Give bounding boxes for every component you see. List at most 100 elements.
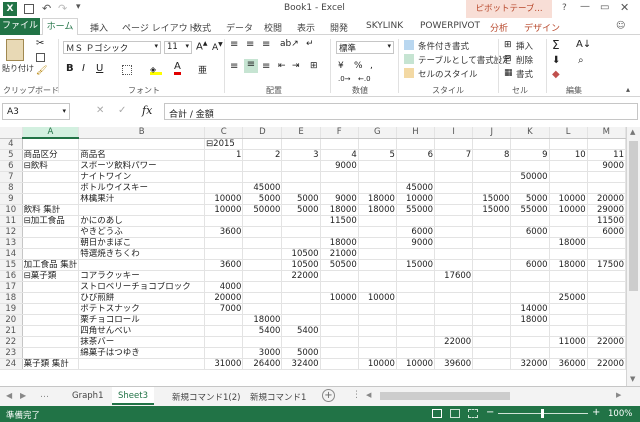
- scroll-tabs-right-icon[interactable]: ▶: [20, 391, 26, 400]
- cell-a19[interactable]: [22, 303, 80, 315]
- qat-menu-icon[interactable]: ▾: [76, 2, 81, 12]
- orientation-icon[interactable]: ab↗: [280, 39, 299, 49]
- cell-styles-button[interactable]: セルのスタイル: [418, 68, 478, 80]
- cell-l19[interactable]: [549, 303, 588, 315]
- cell-l17[interactable]: [549, 281, 588, 293]
- cell-m14[interactable]: [587, 248, 626, 260]
- zoom-in-icon[interactable]: +: [592, 407, 600, 418]
- column-header-i[interactable]: I: [434, 127, 474, 139]
- find-select-icon[interactable]: ⌕: [578, 55, 584, 66]
- sheet-tab-sheet3[interactable]: Sheet3: [112, 387, 154, 405]
- cut-icon[interactable]: ✂: [36, 38, 44, 49]
- table-format-button[interactable]: テーブルとして書式設定: [418, 54, 511, 66]
- cell-c6[interactable]: [204, 160, 244, 172]
- cell-i18[interactable]: [434, 292, 474, 304]
- borders-icon[interactable]: [122, 65, 132, 75]
- cell-g20[interactable]: [358, 314, 397, 326]
- cell-b5[interactable]: 商品名: [78, 149, 206, 161]
- cell-i22[interactable]: 22000: [434, 336, 474, 348]
- cell-d10[interactable]: 50000: [242, 203, 283, 216]
- cell-c22[interactable]: [204, 336, 244, 348]
- cell-k14[interactable]: [510, 248, 550, 260]
- cell-e20[interactable]: [281, 314, 321, 326]
- cell-m20[interactable]: [587, 314, 626, 326]
- cell-a12[interactable]: [22, 226, 80, 238]
- cell-i4[interactable]: [434, 138, 474, 150]
- cell-d6[interactable]: [242, 160, 283, 172]
- cell-i14[interactable]: [434, 248, 474, 260]
- row-header[interactable]: 21: [0, 325, 23, 337]
- cell-g8[interactable]: [358, 182, 397, 194]
- shrink-font-icon[interactable]: A▼: [212, 41, 223, 53]
- cell-a18[interactable]: [22, 292, 80, 304]
- merge-center-icon[interactable]: ⊞: [310, 61, 318, 71]
- row-header[interactable]: 13: [0, 237, 23, 249]
- cell-g12[interactable]: [358, 226, 397, 238]
- cell-k23[interactable]: [510, 347, 550, 359]
- column-header-l[interactable]: L: [549, 127, 588, 139]
- cell-e8[interactable]: [281, 182, 321, 194]
- cell-c9[interactable]: 10000: [204, 193, 244, 205]
- cell-l4[interactable]: [549, 138, 588, 150]
- font-color-icon[interactable]: A: [174, 62, 181, 75]
- cell-d22[interactable]: [242, 336, 283, 348]
- cell-m5[interactable]: 11: [587, 149, 626, 161]
- cell-c13[interactable]: [204, 237, 244, 249]
- cell-g17[interactable]: [358, 281, 397, 293]
- cell-d21[interactable]: 5400: [242, 325, 283, 337]
- cell-c7[interactable]: [204, 171, 244, 183]
- help-button[interactable]: ?: [562, 3, 567, 13]
- more-tabs-left[interactable]: …: [40, 390, 49, 400]
- tab-design[interactable]: デザイン: [524, 21, 560, 34]
- cell-b24[interactable]: [78, 357, 206, 370]
- cell-i16[interactable]: 17600: [434, 270, 474, 282]
- formula-input[interactable]: 合計 / 金額: [164, 103, 638, 120]
- cell-m12[interactable]: 6000: [587, 226, 626, 238]
- cell-f20[interactable]: [320, 314, 359, 326]
- cell-f14[interactable]: 21000: [320, 248, 359, 260]
- cell-a24[interactable]: 菓子類 集計: [22, 357, 80, 370]
- cell-m8[interactable]: [587, 182, 626, 194]
- cell-h24[interactable]: 10000: [396, 357, 436, 370]
- cell-g13[interactable]: [358, 237, 397, 249]
- cell-j16[interactable]: [472, 270, 512, 282]
- cell-d23[interactable]: 3000: [242, 347, 283, 359]
- cell-k18[interactable]: [510, 292, 550, 304]
- format-cells-button[interactable]: 書式: [516, 68, 533, 80]
- cell-c16[interactable]: [204, 270, 244, 282]
- cell-f11[interactable]: 11500: [320, 215, 359, 227]
- cell-j23[interactable]: [472, 347, 512, 359]
- cell-h5[interactable]: 6: [396, 149, 436, 161]
- cell-a11[interactable]: ⊟加工食品: [22, 215, 80, 227]
- cell-f10[interactable]: 18000: [320, 203, 359, 216]
- row-header[interactable]: 16: [0, 270, 23, 282]
- row-header[interactable]: 18: [0, 292, 23, 304]
- cell-c12[interactable]: 3600: [204, 226, 244, 238]
- cell-e10[interactable]: 5000: [281, 203, 321, 216]
- name-box[interactable]: A3 ▾: [2, 103, 70, 120]
- cell-b10[interactable]: [78, 203, 206, 216]
- cell-g7[interactable]: [358, 171, 397, 183]
- autosum-icon[interactable]: Σ: [552, 38, 560, 52]
- cell-i12[interactable]: [434, 226, 474, 238]
- cell-f8[interactable]: [320, 182, 359, 194]
- cell-d5[interactable]: 2: [242, 149, 283, 161]
- cell-d14[interactable]: [242, 248, 283, 260]
- cell-g6[interactable]: [358, 160, 397, 172]
- cell-d20[interactable]: 18000: [242, 314, 283, 326]
- cell-h11[interactable]: [396, 215, 436, 227]
- cell-j18[interactable]: [472, 292, 512, 304]
- cell-f16[interactable]: [320, 270, 359, 282]
- cell-a10[interactable]: 飲料 集計: [22, 203, 80, 216]
- cell-k12[interactable]: 6000: [510, 226, 550, 238]
- cell-e21[interactable]: 5400: [281, 325, 321, 337]
- cell-d12[interactable]: [242, 226, 283, 238]
- cell-m10[interactable]: 29000: [587, 203, 626, 216]
- cell-i13[interactable]: [434, 237, 474, 249]
- cell-l23[interactable]: [549, 347, 588, 359]
- conditional-format-button[interactable]: 条件付き書式: [418, 40, 469, 52]
- cell-m18[interactable]: [587, 292, 626, 304]
- align-middle-icon[interactable]: ≡: [246, 39, 254, 50]
- cell-g15[interactable]: [358, 258, 397, 271]
- increase-indent-icon[interactable]: ⇥: [292, 61, 300, 71]
